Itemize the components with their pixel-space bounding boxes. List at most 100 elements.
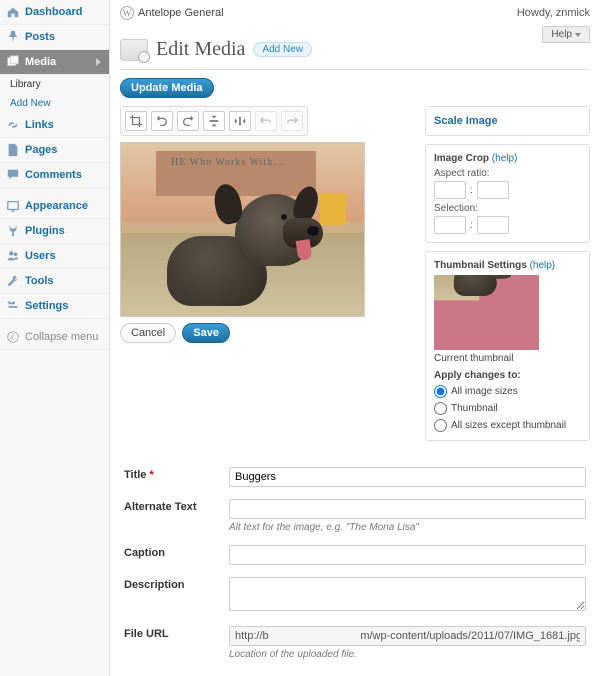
- sidebar-label: Plugins: [25, 225, 65, 237]
- help-tab[interactable]: Help: [542, 26, 590, 43]
- panel-title: Scale Image: [434, 115, 498, 127]
- help-link[interactable]: (help): [492, 153, 518, 164]
- sidebar-item-plugins[interactable]: Plugins: [0, 219, 109, 244]
- sidebar-label: Pages: [25, 144, 57, 156]
- sidebar-label: Posts: [25, 31, 55, 43]
- title-input[interactable]: [229, 467, 586, 487]
- thumbnail-preview: [434, 275, 539, 350]
- file-url-hint: Location of the uploaded file.: [229, 649, 586, 660]
- appearance-icon: [6, 199, 20, 213]
- page-icon: [6, 143, 20, 157]
- chevron-right-icon: [96, 58, 101, 66]
- main-content: W Antelope General Howdy, znmick Help Ed…: [110, 0, 600, 676]
- apply-thumb-radio[interactable]: [434, 402, 447, 415]
- media-icon: [6, 55, 20, 69]
- alt-text-label: Alternate Text: [120, 493, 225, 539]
- sidebar-item-media[interactable]: Media: [0, 50, 109, 75]
- flip-vertical-tool[interactable]: [203, 111, 225, 131]
- image-preview[interactable]: HE Who Works With…: [120, 142, 365, 317]
- alt-text-hint: Alt text for the image, e.g. "The Mona L…: [229, 522, 586, 533]
- flip-horizontal-tool[interactable]: [229, 111, 251, 131]
- cancel-button[interactable]: Cancel: [120, 323, 176, 343]
- aspect-y-input[interactable]: [477, 181, 509, 199]
- collapse-icon: [6, 330, 20, 344]
- chevron-down-icon: [575, 33, 581, 37]
- sidebar-item-posts[interactable]: Posts: [0, 25, 109, 50]
- sidebar-label: Users: [25, 250, 56, 262]
- crop-tool[interactable]: [125, 111, 147, 131]
- link-icon: [6, 118, 20, 132]
- site-title[interactable]: Antelope General: [138, 7, 224, 19]
- wordpress-logo-icon: W: [120, 6, 134, 20]
- panel-title: Thumbnail Settings: [434, 260, 527, 271]
- howdy-text[interactable]: Howdy, znmick: [517, 7, 590, 19]
- tools-icon: [6, 274, 20, 288]
- sidebar-item-pages[interactable]: Pages: [0, 138, 109, 163]
- apply-all-radio[interactable]: [434, 385, 447, 398]
- description-input[interactable]: [229, 577, 586, 611]
- sidebar-collapse[interactable]: Collapse menu: [0, 325, 109, 350]
- radio-label: All image sizes: [451, 386, 518, 397]
- help-label: Help: [551, 29, 572, 40]
- file-url-label: File URL: [120, 620, 225, 666]
- sidebar-item-comments[interactable]: Comments: [0, 163, 109, 188]
- selection-y-input[interactable]: [477, 216, 509, 234]
- sidebar-item-users[interactable]: Users: [0, 244, 109, 269]
- panel-title: Image Crop: [434, 153, 489, 164]
- pin-icon: [6, 30, 20, 44]
- sidebar-label: Dashboard: [25, 6, 82, 18]
- sidebar-item-appearance[interactable]: Appearance: [0, 194, 109, 219]
- description-label: Description: [120, 571, 225, 620]
- media-header-icon: [120, 39, 148, 61]
- selection-x-input[interactable]: [434, 216, 466, 234]
- sidebar-item-links[interactable]: Links: [0, 113, 109, 138]
- apply-changes-label: Apply changes to:: [434, 370, 521, 381]
- caption-label: Caption: [120, 539, 225, 571]
- sidebar-subitem-library[interactable]: Library: [0, 75, 109, 94]
- radio-label: All sizes except thumbnail: [451, 420, 566, 431]
- undo-tool[interactable]: [255, 111, 277, 131]
- add-new-button[interactable]: Add New: [253, 42, 312, 57]
- aspect-x-input[interactable]: [434, 181, 466, 199]
- settings-icon: [6, 299, 20, 313]
- sidebar-item-tools[interactable]: Tools: [0, 269, 109, 294]
- thumbnail-settings-panel: Thumbnail Settings (help) Current thumbn…: [425, 251, 590, 441]
- image-edit-toolbar: [120, 106, 308, 136]
- page-title: Edit Media: [156, 38, 245, 61]
- sidebar-item-dashboard[interactable]: Dashboard: [0, 0, 109, 25]
- title-label: Title: [124, 469, 146, 481]
- radio-label: Thumbnail: [451, 403, 498, 414]
- sidebar-label: Links: [25, 119, 54, 131]
- comment-icon: [6, 168, 20, 182]
- users-icon: [6, 249, 20, 263]
- alt-text-input[interactable]: [229, 499, 586, 519]
- sidebar-item-settings[interactable]: Settings: [0, 294, 109, 319]
- apply-except-radio[interactable]: [434, 419, 447, 432]
- sidebar-label: Tools: [25, 275, 54, 287]
- admin-sidebar: Dashboard Posts Media Library Add New Li…: [0, 0, 110, 676]
- sidebar-label: Appearance: [25, 200, 88, 212]
- topbar: W Antelope General Howdy, znmick: [120, 0, 590, 26]
- house-icon: [6, 5, 20, 19]
- help-link[interactable]: (help): [530, 260, 556, 271]
- selection-label: Selection:: [434, 203, 581, 214]
- save-button[interactable]: Save: [182, 323, 230, 343]
- sidebar-label: Collapse menu: [25, 331, 98, 343]
- update-media-button-top[interactable]: Update Media: [120, 78, 214, 98]
- scale-image-panel[interactable]: Scale Image: [425, 106, 590, 136]
- media-fields-table: Title * Alternate Text Alt text for the …: [120, 461, 590, 666]
- current-thumbnail-label: Current thumbnail: [434, 353, 581, 364]
- image-editor: HE Who Works With…: [120, 106, 415, 449]
- redo-tool[interactable]: [281, 111, 303, 131]
- rotate-left-tool[interactable]: [151, 111, 173, 131]
- image-crop-panel: Image Crop (help) Aspect ratio: : Select…: [425, 144, 590, 243]
- file-url-input[interactable]: [229, 626, 586, 646]
- aspect-ratio-label: Aspect ratio:: [434, 168, 581, 179]
- page-header: Edit Media Add New: [120, 32, 590, 70]
- sidebar-subitem-addnew[interactable]: Add New: [0, 94, 109, 113]
- graffiti-text: HE Who Works With…: [171, 157, 284, 168]
- plug-icon: [6, 224, 20, 238]
- sidebar-label: Media: [25, 56, 56, 68]
- caption-input[interactable]: [229, 545, 586, 565]
- rotate-right-tool[interactable]: [177, 111, 199, 131]
